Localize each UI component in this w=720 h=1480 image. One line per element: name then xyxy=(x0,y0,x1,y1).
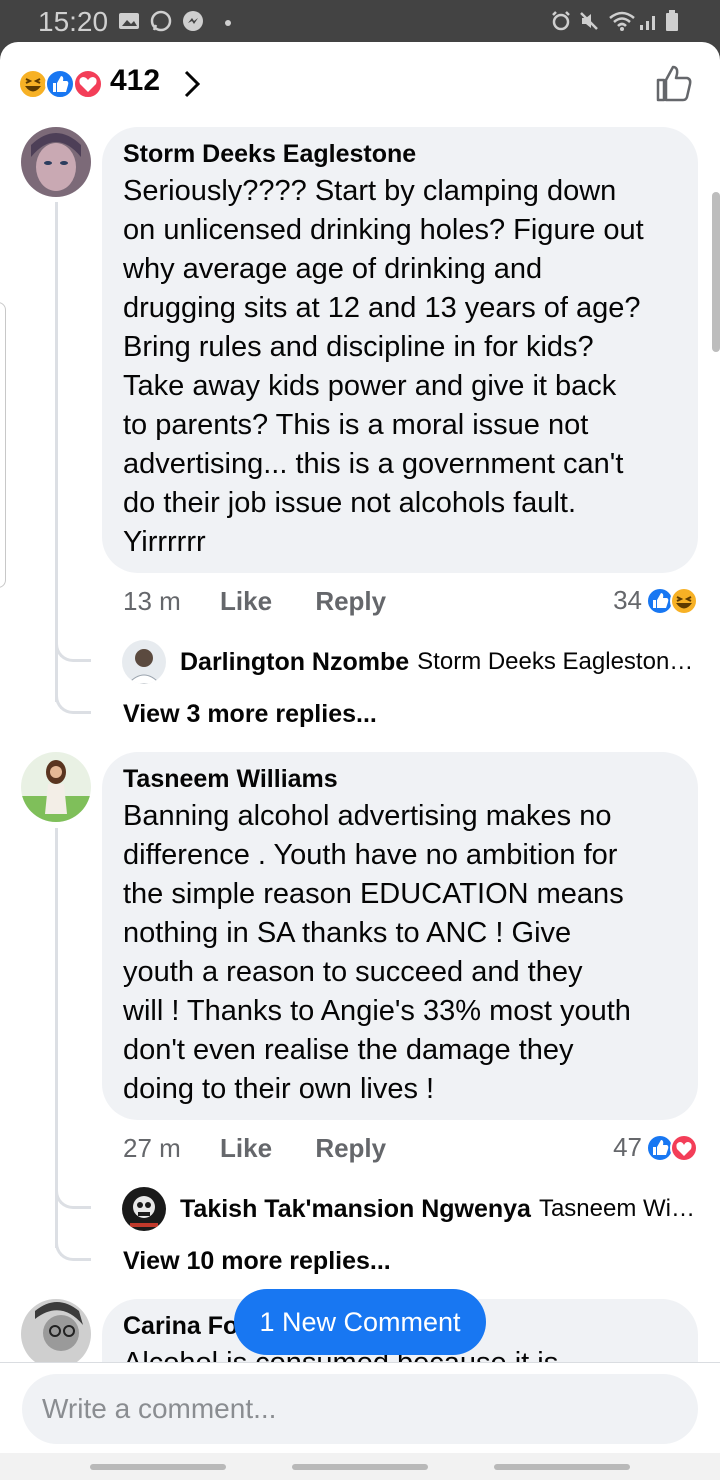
notification-dot xyxy=(225,20,231,26)
comment-author[interactable]: Storm Deeks Eaglestone xyxy=(123,139,678,169)
alarm-icon xyxy=(552,11,570,31)
comment-reaction-summary[interactable]: 34 xyxy=(613,585,698,616)
comment-time[interactable]: 27 m xyxy=(123,1133,181,1164)
comment-actions: 13 m Like Reply xyxy=(123,586,422,617)
like-haha-reaction-icons xyxy=(646,586,698,615)
reaction-icons xyxy=(18,69,103,99)
new-comment-button[interactable]: 1 New Comment xyxy=(234,1289,486,1355)
status-time: 15:20 xyxy=(38,6,109,37)
avatar[interactable] xyxy=(21,752,91,822)
love-icon xyxy=(73,69,103,99)
comment-reply-button[interactable]: Reply xyxy=(315,586,386,617)
like-button[interactable] xyxy=(652,62,694,104)
thread-connector xyxy=(55,688,91,714)
reply-author[interactable]: Takish Tak'mansion Ngwenya xyxy=(180,1195,531,1224)
system-nav-bar xyxy=(0,1453,720,1480)
scrollbar[interactable] xyxy=(712,192,720,352)
comment-text: Banning alcohol advertising makes no dif… xyxy=(123,800,631,1105)
comment-like-button[interactable]: Like xyxy=(220,1133,272,1164)
comment-composer: Write a comment... xyxy=(0,1362,720,1480)
thread-connector xyxy=(55,1183,91,1209)
reply-preview[interactable]: Darlington Nzombe Storm Deeks Eaglestone… xyxy=(122,640,698,684)
battery-icon xyxy=(666,10,678,31)
side-handle[interactable] xyxy=(0,302,6,588)
comment-author[interactable]: Tasneem Williams xyxy=(123,764,678,794)
comment-text: Seriously???? Start by clamping down on … xyxy=(123,175,644,558)
reply-author[interactable]: Darlington Nzombe xyxy=(180,648,409,677)
nav-recents[interactable] xyxy=(90,1464,226,1470)
comment-reaction-count: 34 xyxy=(613,585,642,615)
avatar[interactable] xyxy=(21,127,91,197)
signal-icon xyxy=(640,16,655,30)
reaction-bar[interactable]: 412 xyxy=(0,42,720,128)
comment-reaction-summary[interactable]: 47 xyxy=(613,1132,698,1163)
messenger-icon xyxy=(183,11,203,31)
comments-sheet: 412 Storm Deeks Eaglestone Seriously????… xyxy=(0,42,720,1480)
comment-reply-button[interactable]: Reply xyxy=(315,1133,386,1164)
mute-icon xyxy=(580,12,598,30)
nav-back[interactable] xyxy=(494,1464,630,1470)
comment-input[interactable]: Write a comment... xyxy=(22,1374,698,1444)
comment-time[interactable]: 13 m xyxy=(123,586,181,617)
comment-bubble[interactable]: Storm Deeks Eaglestone Seriously???? Sta… xyxy=(102,127,698,573)
reply-preview[interactable]: Takish Tak'mansion Ngwenya Tasneem Willi… xyxy=(122,1187,698,1231)
view-more-replies[interactable]: View 3 more replies... xyxy=(123,700,377,729)
wifi-icon xyxy=(609,11,635,31)
comment-bubble[interactable]: Tasneem Williams Banning alcohol adverti… xyxy=(102,752,698,1120)
gallery-icon xyxy=(119,13,139,29)
reply-avatar[interactable] xyxy=(122,1187,166,1231)
chevron-right-icon[interactable] xyxy=(182,68,202,100)
reaction-count[interactable]: 412 xyxy=(110,64,160,98)
like-icon xyxy=(45,69,75,99)
like-love-reaction-icons xyxy=(646,1133,698,1162)
avatar[interactable] xyxy=(21,1299,91,1369)
reply-snippet: Storm Deeks Eaglestone... xyxy=(417,648,698,675)
comment-actions: 27 m Like Reply xyxy=(123,1133,422,1164)
nav-home[interactable] xyxy=(292,1464,428,1470)
status-bar: 15:20 xyxy=(0,0,720,44)
thread-connector xyxy=(55,636,91,662)
reply-avatar[interactable] xyxy=(122,640,166,684)
view-more-replies[interactable]: View 10 more replies... xyxy=(123,1247,391,1276)
haha-icon xyxy=(18,69,48,99)
comment-like-button[interactable]: Like xyxy=(220,586,272,617)
whatsapp-icon xyxy=(150,10,172,32)
thread-line xyxy=(55,202,58,702)
comment-reaction-count: 47 xyxy=(613,1132,642,1162)
thread-connector xyxy=(55,1235,91,1261)
reply-snippet: Tasneem Williams... xyxy=(538,1195,698,1222)
